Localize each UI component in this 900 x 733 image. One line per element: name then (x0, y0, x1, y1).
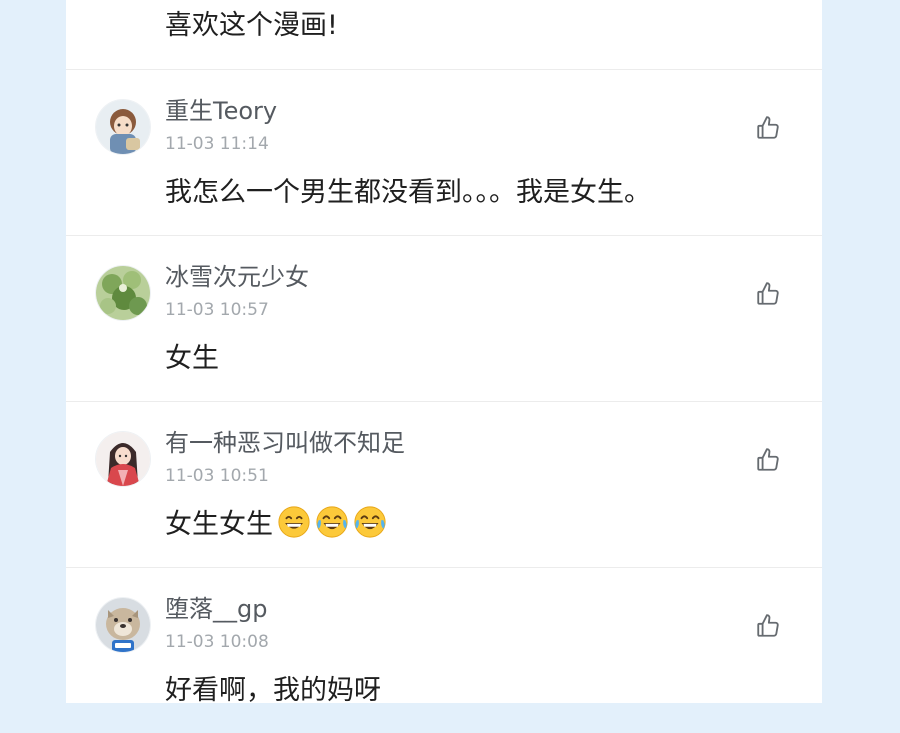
avatar[interactable] (96, 100, 150, 154)
timestamp: 11-03 11:14 (165, 134, 269, 154)
tears-of-joy-emoji (316, 506, 348, 538)
comment-item: 重生Teory 11-03 11:14 我怎么一个男生都没看到。。。我是女生。 (66, 70, 822, 235)
timestamp: 11-03 10:08 (165, 632, 269, 652)
comment-text: 女生女生 (165, 509, 273, 540)
thumbs-up-icon (757, 116, 779, 139)
green-nature-avatar-image (96, 266, 150, 320)
anime-girl-red-avatar-image (96, 432, 150, 486)
username[interactable]: 有一种恶习叫做不知足 (165, 428, 405, 458)
like-button[interactable] (755, 281, 781, 307)
username[interactable]: 堕落__gp (165, 594, 267, 624)
comment-content: 好看啊，我的妈呀 (165, 675, 381, 706)
timestamp: 11-03 10:57 (165, 300, 269, 320)
like-button[interactable] (755, 613, 781, 639)
dog-avatar-image (96, 598, 150, 652)
avatar[interactable] (96, 598, 150, 652)
timestamp: 11-03 10:51 (165, 466, 269, 486)
comment-content: 女生女生 (165, 505, 387, 545)
avatar[interactable] (96, 432, 150, 486)
like-button[interactable] (755, 115, 781, 141)
comment-item: 冰雪次元少女 11-03 10:57 女生 (66, 236, 822, 401)
thumbs-up-icon (757, 614, 779, 637)
username[interactable]: 冰雪次元少女 (165, 262, 309, 292)
comment-content: 我怎么一个男生都没看到。。。我是女生。 (165, 177, 651, 208)
avatar[interactable] (96, 266, 150, 320)
username[interactable]: 重生Teory (165, 96, 277, 126)
comment-content: 喜欢这个漫画! (165, 10, 338, 41)
like-button[interactable] (755, 447, 781, 473)
tears-of-joy-emoji (354, 506, 386, 538)
anime-boy-avatar-image (96, 100, 150, 154)
thumbs-up-icon (757, 282, 779, 305)
comment-list-panel: 喜欢这个漫画! 重生Teory 11-03 11:14 我怎么一个男生都没看到。… (66, 0, 822, 706)
comment-item: 有一种恶习叫做不知足 11-03 10:51 女生女生 (66, 402, 822, 567)
comment-item: 堕落__gp 11-03 10:08 好看啊，我的妈呀 (66, 568, 822, 733)
thumbs-up-icon (757, 448, 779, 471)
grinning-face-emoji (278, 506, 310, 538)
comment-content: 女生 (165, 343, 219, 374)
